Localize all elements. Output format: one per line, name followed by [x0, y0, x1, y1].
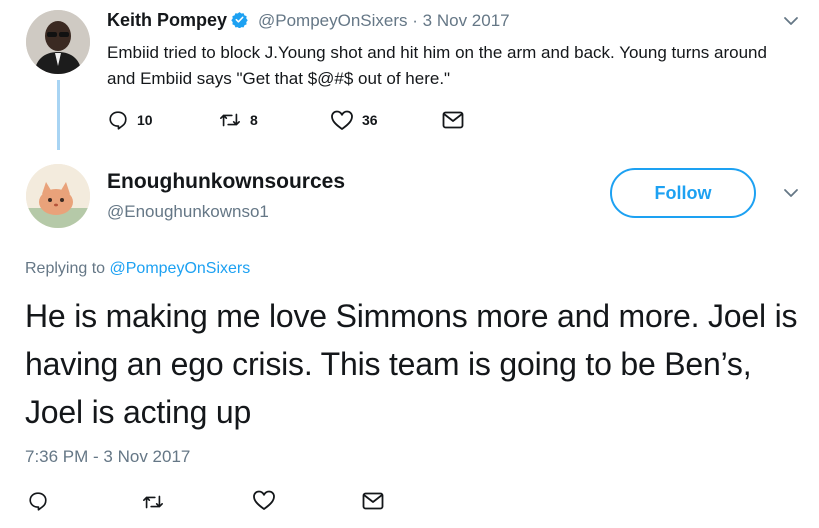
- reply-timestamp[interactable]: 7:36 PM - 3 Nov 2017: [25, 447, 190, 467]
- like-icon: [252, 489, 276, 511]
- reply-button[interactable]: 10: [107, 109, 153, 131]
- like-count: 36: [362, 112, 378, 128]
- parent-handle[interactable]: @PompeyOnSixers: [258, 11, 408, 30]
- direct-message-button[interactable]: [362, 492, 384, 510]
- reply-avatar[interactable]: [26, 164, 90, 228]
- like-icon: [330, 109, 354, 131]
- retweet-icon: [141, 491, 165, 513]
- parent-avatar[interactable]: [26, 10, 90, 74]
- like-button[interactable]: [252, 489, 276, 511]
- replying-to-line: Replying to @PompeyOnSixers: [25, 260, 250, 278]
- direct-message-button[interactable]: [442, 111, 464, 129]
- parent-date[interactable]: 3 Nov 2017: [423, 11, 510, 30]
- verified-badge-icon: [231, 11, 248, 28]
- retweet-button[interactable]: [141, 491, 165, 513]
- replying-to-label: Replying to: [25, 260, 106, 277]
- retweet-button[interactable]: 8: [218, 109, 258, 131]
- like-button[interactable]: 36: [330, 109, 378, 131]
- meta-separator: ·: [412, 11, 418, 30]
- direct-message-icon: [442, 111, 464, 129]
- reply-tweet-text: He is making me love Simmons more and mo…: [25, 298, 798, 430]
- reply-author-name[interactable]: Enoughunkownsources: [107, 170, 345, 194]
- reply-author-handle[interactable]: @Enoughunkownso1: [107, 202, 269, 222]
- thread-connector-line: [57, 80, 60, 150]
- parent-meta: @PompeyOnSixers · 3 Nov 2017: [258, 11, 510, 31]
- parent-author-name[interactable]: Keith Pompey: [107, 10, 248, 31]
- retweet-count: 8: [250, 112, 258, 128]
- parent-tweet-text: Embiid tried to block J.Young shot and h…: [107, 43, 767, 88]
- chevron-down-icon[interactable]: [782, 12, 800, 30]
- reply-icon: [107, 109, 129, 131]
- follow-button[interactable]: Follow: [610, 168, 756, 218]
- reply-count: 10: [137, 112, 153, 128]
- chevron-down-icon[interactable]: [782, 184, 800, 202]
- retweet-icon: [218, 109, 242, 131]
- reply-button[interactable]: [27, 490, 49, 512]
- replying-to-mention[interactable]: @PompeyOnSixers: [110, 260, 251, 277]
- direct-message-icon: [362, 492, 384, 510]
- reply-icon: [27, 490, 49, 512]
